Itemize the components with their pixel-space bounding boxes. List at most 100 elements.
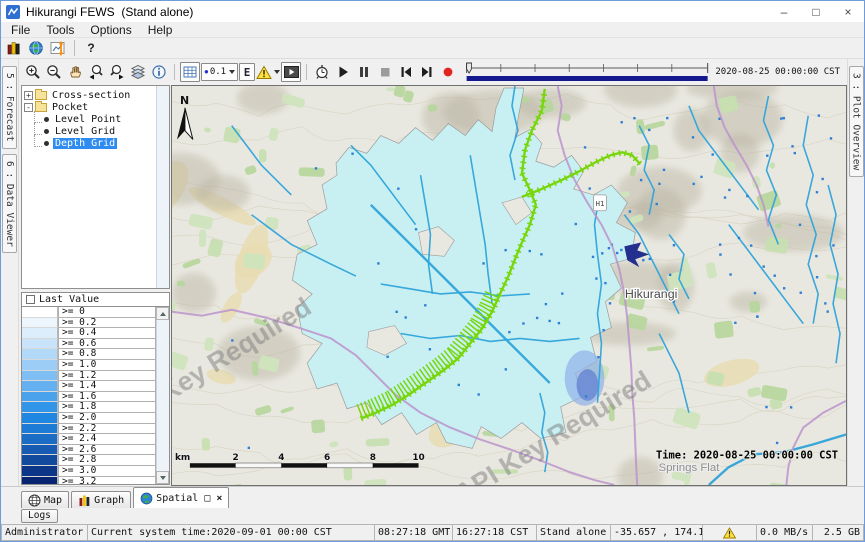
tab-map[interactable]: Map bbox=[21, 491, 69, 508]
legend-editor-button[interactable]: E bbox=[239, 63, 255, 81]
legend-swatch bbox=[22, 392, 58, 403]
profile-display-button[interactable] bbox=[48, 38, 68, 58]
legend-swatch bbox=[22, 349, 58, 360]
timeline-thumb[interactable] bbox=[467, 63, 472, 73]
last-frame-button[interactable] bbox=[417, 62, 437, 82]
title-bar: Hikurangi FEWS (Stand alone) – □ × bbox=[1, 1, 864, 22]
expand-toggle[interactable]: - bbox=[24, 103, 33, 112]
app-logo-icon bbox=[6, 5, 20, 19]
zoom-out-button[interactable] bbox=[44, 62, 64, 82]
map-canvas[interactable]: H1 Hikurangi Springs Flat API Key Requir… bbox=[172, 86, 846, 485]
animation-settings-button[interactable] bbox=[312, 62, 332, 82]
tree-scrollbar[interactable] bbox=[156, 86, 169, 288]
sidebar-tab-data-viewer[interactable]: 6 : Data Viewer bbox=[2, 154, 17, 254]
legend-swatch bbox=[22, 328, 58, 339]
legend-row[interactable]: >= 1.0 bbox=[22, 360, 156, 371]
record-button[interactable] bbox=[438, 62, 458, 82]
menu-bar: File Tools Options Help bbox=[1, 22, 864, 38]
info-button[interactable] bbox=[149, 62, 169, 82]
zoom-next-button[interactable] bbox=[107, 62, 127, 82]
menu-options[interactable]: Options bbox=[82, 23, 139, 37]
sidebar-tab-forecast[interactable]: 5 : Forecast bbox=[2, 66, 17, 149]
scroll-up-button[interactable] bbox=[156, 307, 169, 320]
tab-spatial[interactable]: Spatial □ × bbox=[133, 487, 229, 508]
bullet-icon bbox=[44, 117, 49, 122]
tree-item-level-grid[interactable]: Level Grid bbox=[24, 125, 155, 137]
legend-swatch bbox=[22, 307, 58, 318]
tab-close-icon[interactable]: × bbox=[216, 493, 222, 504]
legend-swatch bbox=[22, 339, 58, 350]
sidebar-tab-plot-overview[interactable]: 3 : Plot Overview bbox=[849, 66, 864, 177]
application-window: Hikurangi FEWS (Stand alone) – □ × File … bbox=[0, 0, 865, 542]
scroll-down-button[interactable] bbox=[156, 471, 169, 484]
thresholds-dropdown-button[interactable] bbox=[256, 62, 280, 82]
info-icon bbox=[151, 64, 167, 80]
legend-swatch bbox=[22, 371, 58, 382]
maximize-button[interactable]: □ bbox=[800, 2, 832, 22]
zoom-in-button[interactable] bbox=[23, 62, 43, 82]
expand-toggle[interactable]: + bbox=[24, 91, 33, 100]
zoom-previous-button[interactable] bbox=[86, 62, 106, 82]
movie-player-button[interactable] bbox=[281, 62, 301, 82]
bar-books-icon bbox=[6, 40, 22, 56]
tab-maximize-icon[interactable]: □ bbox=[204, 493, 210, 504]
legend-row[interactable]: >= 3.0 bbox=[22, 466, 156, 477]
skip-to-end-icon bbox=[420, 65, 434, 79]
road-shield-label: H1 bbox=[595, 199, 604, 208]
menu-tools[interactable]: Tools bbox=[38, 23, 82, 37]
tree-item-label: Level Grid bbox=[53, 126, 117, 137]
stop-icon bbox=[378, 65, 392, 79]
pause-button[interactable] bbox=[354, 62, 374, 82]
layers-button[interactable] bbox=[128, 62, 148, 82]
stopwatch-icon bbox=[314, 64, 330, 80]
tree-item-level-point[interactable]: Level Point bbox=[24, 113, 155, 125]
layers-icon bbox=[130, 64, 146, 80]
play-button[interactable] bbox=[333, 62, 353, 82]
stop-button[interactable] bbox=[375, 62, 395, 82]
globe-icon bbox=[28, 40, 44, 56]
legend-label: >= 0 bbox=[58, 307, 156, 318]
tree-item-pocket[interactable]: -Pocket bbox=[24, 101, 155, 113]
legend-row[interactable]: >= 2.0 bbox=[22, 413, 156, 424]
legend-swatch bbox=[22, 445, 58, 456]
svg-text:2: 2 bbox=[233, 453, 239, 463]
legend-swatch bbox=[22, 477, 58, 486]
legend-row[interactable]: >= 3.2 bbox=[22, 477, 156, 486]
close-button[interactable]: × bbox=[832, 2, 864, 22]
tree-item-depth-grid[interactable]: Depth Grid bbox=[24, 137, 155, 149]
status-local-time: 16:27:18 CST bbox=[452, 524, 536, 541]
legend-swatch bbox=[22, 424, 58, 435]
status-throughput: 0.0 MB/s bbox=[756, 524, 812, 541]
menu-help[interactable]: Help bbox=[140, 23, 181, 37]
warning-triangle-icon bbox=[256, 65, 272, 80]
first-frame-button[interactable] bbox=[396, 62, 416, 82]
tree-item-label: Depth Grid bbox=[53, 138, 117, 149]
pan-button[interactable] bbox=[65, 62, 85, 82]
last-value-checkbox[interactable] bbox=[26, 295, 35, 304]
legend-header: Last Value bbox=[21, 292, 170, 307]
main-toolbar: ? bbox=[1, 38, 864, 59]
scale-interval-select[interactable]: ● 0.1 bbox=[201, 63, 238, 81]
grid-toggle-button[interactable] bbox=[180, 62, 200, 82]
play-icon bbox=[336, 65, 350, 79]
map-view[interactable]: H1 Hikurangi Springs Flat API Key Requir… bbox=[171, 85, 847, 486]
legend-row[interactable]: >= 0 bbox=[22, 307, 156, 318]
skip-to-start-icon bbox=[399, 65, 413, 79]
timeline-slider[interactable] bbox=[465, 61, 709, 83]
minimize-button[interactable]: – bbox=[768, 2, 800, 22]
svg-text:km: km bbox=[175, 453, 190, 463]
chevron-down-icon bbox=[274, 70, 280, 74]
tab-graph[interactable]: Graph bbox=[71, 491, 131, 508]
display-tabs: Map Graph Spatial □ × bbox=[1, 486, 864, 508]
status-warning-icon[interactable] bbox=[702, 524, 756, 541]
logs-button[interactable]: Logs bbox=[21, 509, 58, 523]
menu-file[interactable]: File bbox=[3, 23, 38, 37]
tree-item-cross-section[interactable]: + Cross-section bbox=[24, 89, 155, 101]
map-display-button[interactable] bbox=[26, 38, 46, 58]
chart-arrow-icon bbox=[50, 40, 67, 56]
database-display-button[interactable] bbox=[4, 38, 24, 58]
help-button[interactable]: ? bbox=[81, 38, 101, 58]
legend-scrollbar[interactable] bbox=[156, 307, 169, 484]
tree-item-label: Cross-section bbox=[50, 90, 132, 101]
class-dot-icon: ● bbox=[204, 68, 209, 76]
